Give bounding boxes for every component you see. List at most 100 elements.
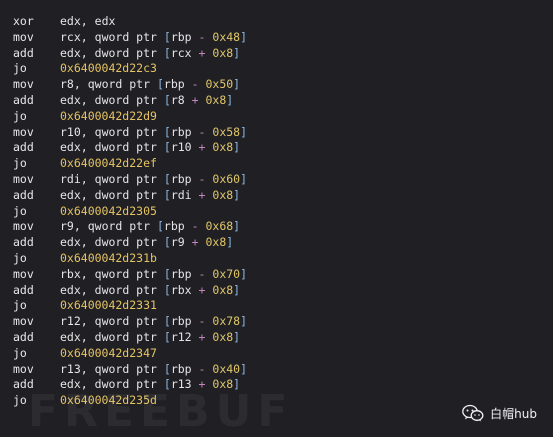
register-token: r13 <box>171 377 192 391</box>
instruction-mnemonic: jo <box>13 204 27 220</box>
instruction-mnemonic: jo <box>13 109 27 125</box>
code-line: movr12, qword ptr [rbp - 0x78] <box>0 314 553 330</box>
bracket-token: [ <box>164 314 171 328</box>
size-keyword-token: qword ptr <box>95 362 164 376</box>
register-token: edx <box>60 14 81 28</box>
instruction-mnemonic: jo <box>13 393 27 409</box>
operator-token: + <box>192 283 213 297</box>
offset-number-token: 0x58 <box>212 125 240 139</box>
register-token: rbp <box>164 77 185 91</box>
instruction-mnemonic: add <box>13 93 34 109</box>
bracket-token: ] <box>226 93 233 107</box>
instruction-operands: 0x6400042d231b <box>60 251 157 267</box>
operator-token: + <box>192 377 213 391</box>
punctuation-token: , <box>81 140 95 154</box>
bracket-token: [ <box>164 125 171 139</box>
offset-number-token: 0x8 <box>212 140 233 154</box>
operator-token: + <box>185 93 206 107</box>
offset-number-token: 0x70 <box>212 267 240 281</box>
size-keyword-token: qword ptr <box>95 314 164 328</box>
bracket-token: [ <box>164 362 171 376</box>
offset-number-token: 0x8 <box>212 188 233 202</box>
size-keyword-token: qword ptr <box>88 219 157 233</box>
instruction-operands: r8, qword ptr [rbp - 0x50] <box>60 77 240 93</box>
operator-token: - <box>192 172 213 186</box>
size-keyword-token: qword ptr <box>95 125 164 139</box>
size-keyword-token: dword ptr <box>95 235 164 249</box>
instruction-operands: edx, dword ptr [rbx + 0x8] <box>60 283 240 299</box>
bracket-token: [ <box>164 30 171 44</box>
instruction-mnemonic: add <box>13 377 34 393</box>
punctuation-token: , <box>74 219 88 233</box>
bracket-token: ] <box>240 362 247 376</box>
register-token: rbp <box>164 219 185 233</box>
jump-address-token: 0x6400042d22c3 <box>60 61 157 75</box>
operator-token: - <box>192 30 213 44</box>
operator-token: - <box>192 362 213 376</box>
bracket-token: [ <box>164 235 171 249</box>
register-token: r12 <box>171 330 192 344</box>
register-token: rdi <box>60 172 81 186</box>
register-token: rcx <box>171 46 192 60</box>
offset-number-token: 0x8 <box>205 235 226 249</box>
instruction-operands: edx, dword ptr [rdi + 0x8] <box>60 188 240 204</box>
operator-token: + <box>192 46 213 60</box>
code-line: xoredx, edx <box>0 14 553 30</box>
instruction-operands: edx, dword ptr [rcx + 0x8] <box>60 46 240 62</box>
offset-number-token: 0x8 <box>212 330 233 344</box>
code-line: addedx, dword ptr [rbx + 0x8] <box>0 283 553 299</box>
instruction-mnemonic: jo <box>13 156 27 172</box>
size-keyword-token: dword ptr <box>95 140 164 154</box>
register-token: r12 <box>60 314 81 328</box>
code-line: mov r8, qword ptr [rbp - 0x50] <box>0 77 553 93</box>
size-keyword-token: dword ptr <box>95 93 164 107</box>
register-token: r9 <box>171 235 185 249</box>
punctuation-token: , <box>81 362 95 376</box>
instruction-mnemonic: mov <box>13 125 34 141</box>
instruction-operands: r10, qword ptr [rbp - 0x58] <box>60 125 247 141</box>
instruction-mnemonic: add <box>13 235 34 251</box>
punctuation-token: , <box>74 77 88 91</box>
instruction-mnemonic: add <box>13 46 34 62</box>
offset-number-token: 0x8 <box>212 283 233 297</box>
register-token: rbx <box>60 267 81 281</box>
bracket-token: ] <box>240 314 247 328</box>
instruction-mnemonic: mov <box>13 77 34 93</box>
size-keyword-token: qword ptr <box>95 267 164 281</box>
register-token: rbx <box>171 283 192 297</box>
operator-token: + <box>192 330 213 344</box>
register-token: edx <box>60 188 81 202</box>
code-lines: xoredx, edxmovrcx, qword ptr [rbp - 0x48… <box>0 14 553 409</box>
code-line: movrcx, qword ptr [rbp - 0x48] <box>0 30 553 46</box>
code-line: movr9, qword ptr [rbp - 0x68] <box>0 219 553 235</box>
bracket-token: ] <box>233 219 240 233</box>
bracket-token: [ <box>164 93 171 107</box>
punctuation-token: , <box>81 125 95 139</box>
instruction-operands: edx, dword ptr [r10 + 0x8] <box>60 140 240 156</box>
instruction-mnemonic: jo <box>13 61 27 77</box>
punctuation-token: , <box>81 283 95 297</box>
code-line: movrdi, qword ptr [rbp - 0x60] <box>0 172 553 188</box>
offset-number-token: 0x40 <box>212 362 240 376</box>
bracket-token: ] <box>240 172 247 186</box>
instruction-operands: edx, dword ptr [r12 + 0x8] <box>60 330 240 346</box>
instruction-mnemonic: jo <box>13 251 27 267</box>
code-line: jo0x6400042d22d9 <box>0 109 553 125</box>
instruction-operands: rcx, qword ptr [rbp - 0x48] <box>60 30 247 46</box>
offset-number-token: 0x78 <box>212 314 240 328</box>
register-token: r10 <box>60 125 81 139</box>
instruction-mnemonic: mov <box>13 172 34 188</box>
code-line: addedx, dword ptr [rdi + 0x8] <box>0 188 553 204</box>
jump-address-token: 0x6400042d231b <box>60 251 157 265</box>
operator-token: + <box>192 140 213 154</box>
instruction-operands: 0x6400042d2305 <box>60 204 157 220</box>
instruction-operands: r9, qword ptr [rbp - 0x68] <box>60 219 240 235</box>
wechat-icon <box>462 404 484 422</box>
register-token: r9 <box>60 219 74 233</box>
code-line: jo 0x6400042d2305 <box>0 204 553 220</box>
code-line: jo 0x6400042d22c3 <box>0 61 553 77</box>
size-keyword-token: dword ptr <box>95 330 164 344</box>
register-token: r8 <box>60 77 74 91</box>
bracket-token: ] <box>233 377 240 391</box>
size-keyword-token: dword ptr <box>95 188 164 202</box>
